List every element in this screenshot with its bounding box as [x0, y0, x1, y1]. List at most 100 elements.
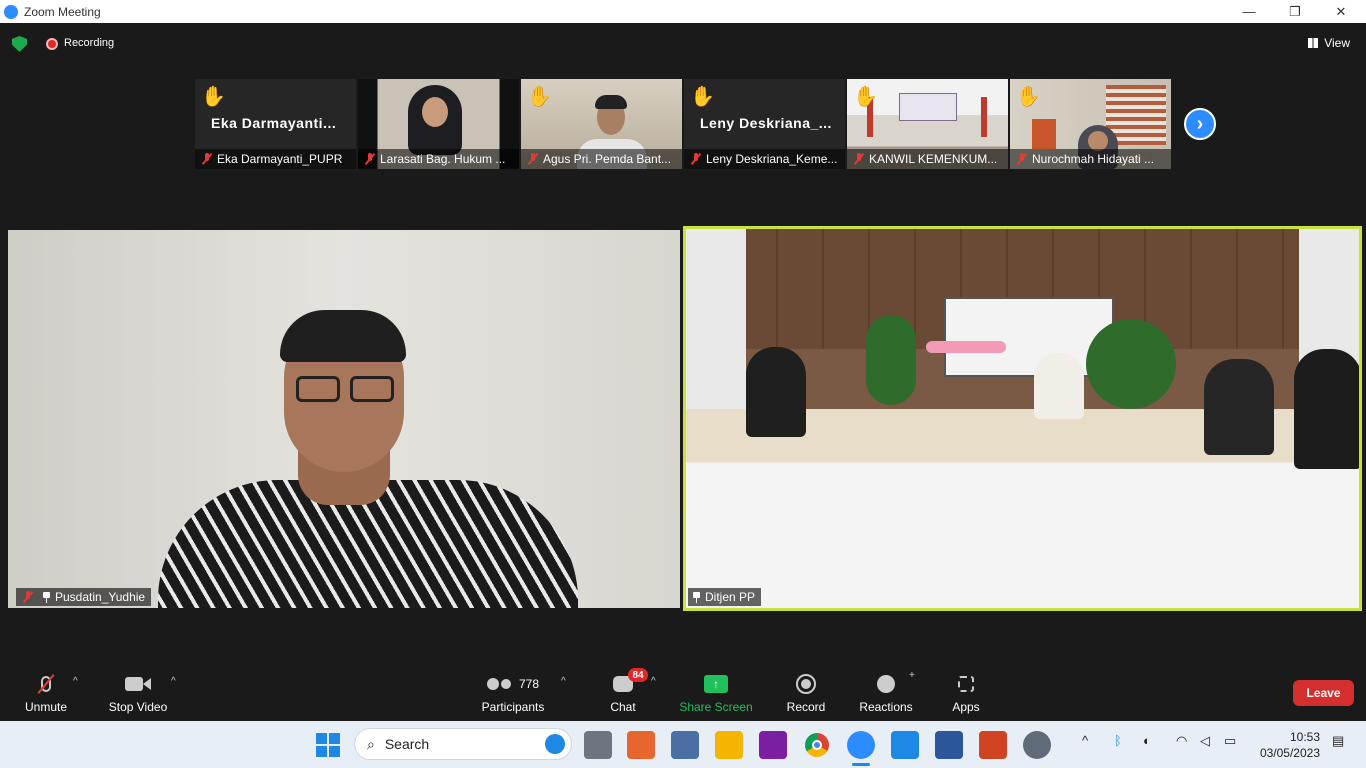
participant-tile[interactable]: Larasati Bag. Hukum ...: [358, 79, 519, 169]
file-explorer-icon[interactable]: [715, 731, 743, 759]
leave-button[interactable]: Leave: [1293, 680, 1354, 706]
participant-name-bar: Larasati Bag. Hukum ...: [358, 149, 519, 169]
share-screen-icon: ↑: [704, 672, 728, 696]
next-page-arrow-icon[interactable]: ›: [1184, 108, 1216, 140]
main-video-left[interactable]: Pusdatin_Yudhie: [8, 230, 680, 608]
powerpoint-icon[interactable]: [979, 731, 1007, 759]
participant-name: KANWIL KEMENKUM...: [869, 152, 998, 166]
raised-hand-icon: ✋: [1016, 86, 1041, 108]
mic-muted-icon: [527, 153, 539, 165]
raised-hand-icon: ✋: [201, 86, 226, 108]
recording-icon: [46, 38, 58, 50]
attendee-left: [746, 347, 806, 437]
unmute-button[interactable]: Unmute: [24, 672, 68, 714]
calculator-icon[interactable]: [671, 731, 699, 759]
unmute-label: Unmute: [24, 700, 68, 714]
notepad-icon[interactable]: [891, 731, 919, 759]
participant-tile[interactable]: ✋ Nurochmah Hidayati ...: [1010, 79, 1171, 169]
speaker-name: Pusdatin_Yudhie: [55, 590, 146, 604]
flowers: [926, 341, 1006, 353]
chat-options-chevron-icon[interactable]: ^: [651, 676, 656, 687]
main-video-right[interactable]: Ditjen PP: [683, 226, 1362, 611]
reactions-smiley-icon: +: [877, 670, 915, 696]
video-name-label: Pusdatin_Yudhie: [16, 588, 152, 606]
recording-label[interactable]: Recording: [64, 37, 114, 49]
audio-options-chevron-icon[interactable]: ^: [73, 676, 78, 687]
photo-app-icon[interactable]: [627, 731, 655, 759]
zoom-taskbar-icon[interactable]: [847, 731, 875, 759]
participants-button[interactable]: 778 Participants: [481, 672, 545, 714]
view-button[interactable]: View: [1308, 36, 1350, 50]
taskbar-clock[interactable]: 10:53 03/05/2023: [1254, 729, 1320, 761]
gallery-strip: ✋ Eka Darmayanti... Eka Darmayanti_PUPR …: [195, 79, 1171, 169]
windows-start-icon[interactable]: [314, 731, 342, 759]
glasses-left: [296, 376, 340, 402]
apps-label: Apps: [952, 700, 980, 714]
chat-bubble-icon: 84: [613, 668, 648, 696]
security-shield-icon[interactable]: [12, 36, 27, 52]
wifi-icon[interactable]: ◠: [1176, 733, 1187, 749]
window-titlebar: Zoom Meeting — ❐ ✕: [0, 0, 1366, 23]
attendee-center: [1034, 353, 1084, 419]
task-view-icon[interactable]: [584, 731, 612, 759]
participant-tile[interactable]: ✋ KANWIL KEMENKUM...: [847, 79, 1008, 169]
participants-icon: 778: [486, 672, 540, 696]
bing-icon[interactable]: [545, 734, 565, 754]
mic-muted-icon: [201, 153, 213, 165]
plant-right: [1086, 319, 1176, 409]
participant-name: Eka Darmayanti_PUPR: [217, 152, 343, 166]
gallery-view-icon: [1308, 38, 1319, 48]
participant-name: Agus Pri. Pemda Bant...: [543, 152, 672, 166]
participant-tile[interactable]: ✋ Agus Pri. Pemda Bant...: [521, 79, 682, 169]
bluetooth-icon[interactable]: ᛒ: [1114, 733, 1122, 748]
participants-label: Participants: [481, 700, 545, 714]
chrome-icon[interactable]: [803, 731, 831, 759]
minimize-button[interactable]: —: [1226, 0, 1272, 23]
reactions-button[interactable]: + Reactions: [859, 670, 915, 714]
participant-name-bar: Nurochmah Hidayati ...: [1010, 149, 1171, 169]
attendee-far-right: [1294, 349, 1359, 469]
taskbar-search[interactable]: ⌕ Search: [354, 728, 572, 760]
participant-name: Nurochmah Hidayati ...: [1032, 152, 1155, 166]
participant-display-name: Eka Darmayanti...: [211, 115, 337, 131]
plant-left: [866, 315, 916, 405]
speaker-hair: [280, 310, 406, 362]
close-button[interactable]: ✕: [1318, 0, 1364, 23]
record-button[interactable]: Record: [787, 672, 825, 714]
video-name-label: Ditjen PP: [688, 588, 762, 606]
reactions-label: Reactions: [859, 700, 913, 714]
mic-muted-icon: [37, 672, 55, 696]
meeting-toolbar: Unmute ^ Stop Video ^ 778 Participants ^…: [0, 660, 1366, 720]
video-camera-icon: [125, 672, 151, 696]
stop-video-button[interactable]: Stop Video: [109, 672, 167, 714]
pdf-app-icon[interactable]: [759, 731, 787, 759]
participants-count: 778: [518, 677, 540, 691]
speaker-name: Ditjen PP: [705, 590, 756, 604]
tray-overflow-chevron-icon[interactable]: ^: [1082, 733, 1088, 748]
mic-muted-icon: [364, 153, 376, 165]
window-title: Zoom Meeting: [24, 4, 101, 19]
apps-button[interactable]: Apps: [952, 672, 980, 714]
mic-tray-icon[interactable]: ◐: [1143, 733, 1151, 748]
zoom-app-icon: [4, 4, 18, 19]
chat-button[interactable]: 84 Chat: [610, 668, 648, 714]
volume-icon[interactable]: ◁: [1200, 733, 1210, 749]
participant-tile[interactable]: ✋ Leny Deskriana_... Leny Deskriana_Keme…: [684, 79, 845, 169]
share-screen-button[interactable]: ↑ Share Screen: [679, 672, 753, 714]
settings-gear-icon[interactable]: [1023, 731, 1051, 759]
notification-icon[interactable]: ▤: [1332, 733, 1344, 749]
participant-tile[interactable]: ✋ Eka Darmayanti... Eka Darmayanti_PUPR: [195, 79, 356, 169]
chat-unread-badge: 84: [628, 668, 648, 682]
battery-icon[interactable]: ▭: [1224, 733, 1236, 749]
search-icon: ⌕: [367, 735, 375, 752]
windows-taskbar: [0, 721, 1366, 768]
video-options-chevron-icon[interactable]: ^: [171, 676, 176, 687]
mic-muted-icon: [1016, 153, 1028, 165]
search-placeholder: Search: [384, 736, 430, 752]
participant-name: Larasati Bag. Hukum ...: [380, 152, 506, 166]
apps-grid-icon: [958, 672, 974, 696]
participants-options-chevron-icon[interactable]: ^: [561, 676, 566, 687]
maximize-button[interactable]: ❐: [1272, 0, 1318, 23]
stop-video-label: Stop Video: [108, 700, 168, 714]
word-icon[interactable]: [935, 731, 963, 759]
